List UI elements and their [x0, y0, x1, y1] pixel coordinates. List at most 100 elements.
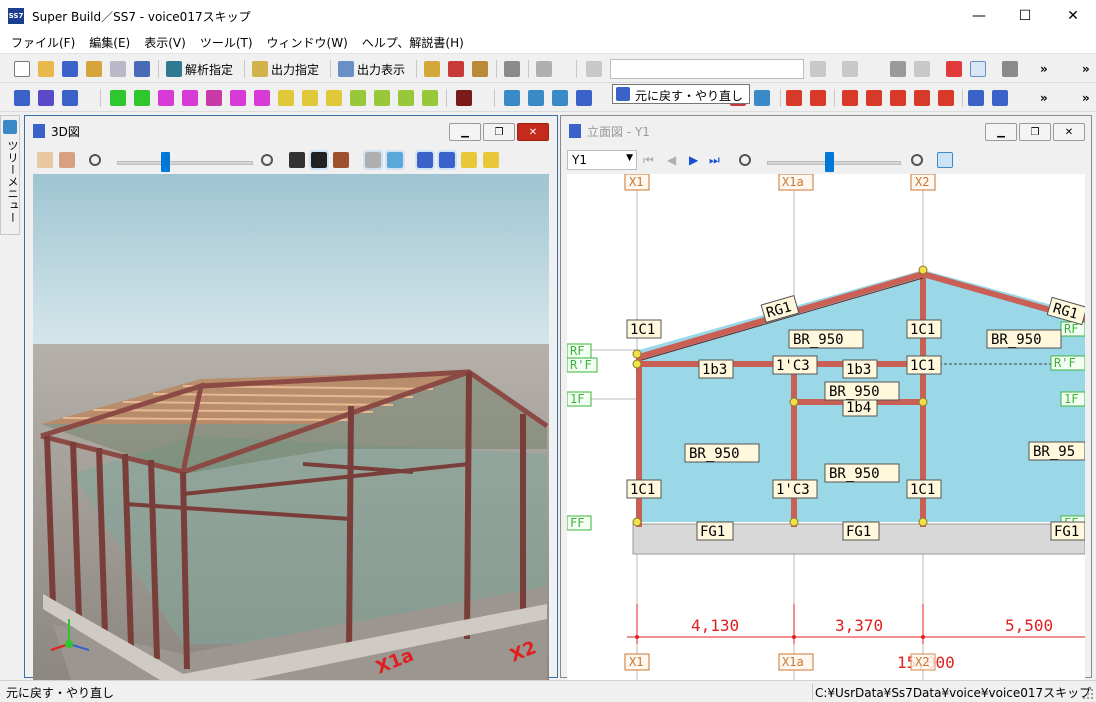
cantilever-icon[interactable] — [374, 88, 390, 108]
node-move-icon[interactable] — [504, 88, 520, 108]
pan-icon[interactable] — [937, 150, 953, 170]
slab-icon[interactable] — [182, 88, 198, 108]
next-frame-button[interactable]: ▶ — [689, 150, 698, 170]
toolbar2-overflow-2[interactable]: » — [1082, 88, 1090, 108]
elev-zoom-slider-thumb[interactable] — [825, 152, 834, 172]
elev-zoom-in-icon[interactable] — [911, 150, 923, 170]
node-offset-icon[interactable] — [552, 88, 568, 108]
window-elevation-restore[interactable]: ❐ — [1019, 123, 1051, 141]
elevation-canvas[interactable]: X1 X1a X2 X1 X1a RF R'F 1F FF RF R'F 1F … — [567, 174, 1085, 684]
envelope-icon[interactable] — [326, 88, 342, 108]
panel-icon[interactable] — [254, 88, 270, 108]
node-align-icon[interactable] — [528, 88, 544, 108]
zoom-in-icon[interactable] — [261, 150, 273, 170]
story-icon[interactable] — [62, 88, 78, 108]
frame-icon[interactable] — [38, 88, 54, 108]
window-3d-restore[interactable]: ❐ — [483, 123, 515, 141]
window-elevation-close[interactable]: ✕ — [1053, 123, 1085, 141]
output-spec-button[interactable]: 出力指定 — [252, 59, 319, 79]
foundation-icon[interactable] — [302, 88, 318, 108]
first-frame-button[interactable]: ⏮ — [643, 150, 654, 170]
menu-tools[interactable]: ツール(T) — [193, 33, 260, 53]
brace-icon[interactable] — [278, 88, 294, 108]
toolbar2-overflow-1[interactable]: » — [1040, 88, 1048, 108]
menu-window[interactable]: ウィンドウ(W) — [260, 33, 355, 53]
menu-help[interactable]: ヘルプ、解説書(H) — [355, 33, 471, 53]
copy-icon[interactable] — [424, 59, 440, 79]
lock-icon[interactable] — [86, 59, 102, 79]
light-c-icon[interactable] — [461, 150, 477, 170]
grid-icon[interactable] — [946, 59, 962, 79]
light-a-icon[interactable] — [415, 150, 435, 170]
plan-icon[interactable] — [970, 59, 986, 79]
elev-zoom-slider[interactable] — [767, 161, 901, 165]
zoom-slider-thumb[interactable] — [161, 152, 170, 172]
shade-icon[interactable] — [385, 150, 405, 170]
prev-frame-button[interactable]: ◀ — [667, 150, 676, 170]
load-area-icon[interactable] — [914, 88, 930, 108]
undo-icon[interactable] — [586, 59, 602, 79]
load-horizontal-icon[interactable] — [890, 88, 906, 108]
menu-view[interactable]: 表示(V) — [137, 33, 193, 53]
save-icon[interactable] — [110, 59, 126, 79]
load-down-icon[interactable] — [810, 88, 826, 108]
opening-icon[interactable] — [206, 88, 222, 108]
zoom-out-icon[interactable] — [89, 150, 101, 170]
toolbar-overflow-2[interactable]: » — [1082, 59, 1090, 79]
import-icon[interactable] — [62, 59, 78, 79]
wall-icon[interactable] — [158, 88, 174, 108]
new-file-icon[interactable] — [14, 59, 30, 79]
load-moment-icon[interactable] — [842, 88, 858, 108]
close-button[interactable]: ✕ — [1050, 0, 1096, 32]
vertical-chain-icon[interactable] — [992, 88, 1008, 108]
link-icon[interactable] — [754, 88, 770, 108]
last-frame-button[interactable]: ⏭ — [709, 150, 720, 170]
export-icon[interactable] — [1002, 59, 1018, 79]
camera-icon[interactable] — [309, 150, 329, 170]
texture-icon[interactable] — [363, 150, 383, 170]
maximize-button[interactable]: ☐ — [1002, 0, 1048, 32]
light-b-icon[interactable] — [437, 150, 457, 170]
paint-icon[interactable] — [472, 59, 488, 79]
stair-icon[interactable] — [350, 88, 366, 108]
tree-menu-tab[interactable]: ツリーメニュー — [0, 115, 20, 235]
open-folder-icon[interactable] — [38, 59, 54, 79]
analysis-spec-button[interactable]: 解析指定 — [166, 59, 233, 79]
load-left-icon[interactable] — [938, 88, 954, 108]
resize-grip-icon[interactable] — [1082, 688, 1094, 700]
rotate-icon[interactable] — [576, 88, 592, 108]
spider-icon[interactable] — [333, 150, 349, 170]
mesh-icon[interactable] — [456, 88, 472, 108]
block-icon[interactable] — [230, 88, 246, 108]
save-as-icon[interactable] — [134, 59, 150, 79]
stamp-icon[interactable] — [536, 59, 552, 79]
beam-icon[interactable] — [134, 88, 150, 108]
zoom-slider[interactable] — [117, 161, 253, 165]
film-icon[interactable] — [289, 150, 305, 170]
command-combo[interactable] — [610, 59, 804, 79]
rotate-view-icon[interactable] — [59, 150, 75, 170]
window-3d-minimize[interactable]: ▁ — [449, 123, 481, 141]
chain-icon[interactable] — [968, 88, 984, 108]
grid-frame-icon[interactable] — [14, 88, 30, 108]
output-display-button[interactable]: 出力表示 — [338, 59, 405, 79]
window-3d-close[interactable]: ✕ — [517, 123, 549, 141]
window-a-icon[interactable] — [890, 59, 906, 79]
minimize-button[interactable]: — — [956, 0, 1002, 32]
load-vertical-icon[interactable] — [866, 88, 882, 108]
window-b-icon[interactable] — [914, 59, 930, 79]
base-icon[interactable] — [422, 88, 438, 108]
haunch-icon[interactable] — [398, 88, 414, 108]
print-icon[interactable] — [504, 59, 520, 79]
light-d-icon[interactable] — [483, 150, 499, 170]
menu-edit[interactable]: 編集(E) — [82, 33, 137, 53]
toolbar-overflow-1[interactable]: » — [1040, 59, 1048, 79]
hand-icon[interactable] — [37, 150, 53, 170]
menu-file[interactable]: ファイル(F) — [4, 33, 82, 53]
column-icon[interactable] — [110, 88, 126, 108]
3d-viewport[interactable]: X1 X1a X2 — [33, 174, 549, 686]
redo-icon[interactable] — [810, 59, 826, 79]
load-point-icon[interactable] — [786, 88, 802, 108]
report-icon[interactable] — [448, 59, 464, 79]
window-elevation-minimize[interactable]: ▁ — [985, 123, 1017, 141]
